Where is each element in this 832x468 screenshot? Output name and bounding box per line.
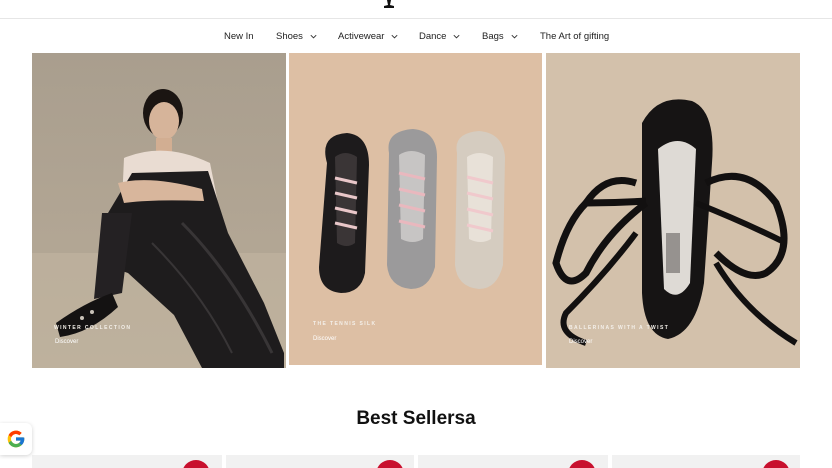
ballerina-photo bbox=[546, 53, 800, 368]
nav-item-label: Dance bbox=[419, 30, 447, 42]
tile-caption: WINTER COLLECTION bbox=[54, 325, 132, 331]
sale-badge bbox=[762, 460, 790, 468]
product-card[interactable] bbox=[32, 455, 222, 468]
chevron-down-icon bbox=[391, 34, 398, 38]
model-photo bbox=[32, 53, 286, 368]
promo-tile-winter-collection[interactable]: WINTER COLLECTION Discover bbox=[32, 53, 286, 368]
nav-item-label: The Art of gifting bbox=[540, 30, 610, 42]
sneakers-photo bbox=[289, 53, 542, 365]
chevron-down-icon bbox=[310, 34, 317, 38]
product-card[interactable] bbox=[226, 455, 414, 468]
product-card[interactable] bbox=[612, 455, 800, 468]
nav-item-label: Bags bbox=[482, 30, 504, 42]
sale-badge bbox=[182, 460, 210, 468]
chevron-down-icon bbox=[511, 34, 518, 38]
nav-item-art-of-gifting[interactable]: The Art of gifting bbox=[540, 27, 609, 45]
google-icon bbox=[7, 430, 25, 448]
sale-badge bbox=[568, 460, 596, 468]
sale-badge bbox=[376, 460, 404, 468]
tile-caption: THE TENNIS SILK bbox=[313, 321, 377, 327]
discover-link[interactable]: Discover bbox=[569, 339, 592, 345]
nav-item-label: Activewear bbox=[338, 30, 385, 42]
best-sellers-title: Best Sellersa bbox=[356, 408, 476, 429]
nav-item-new-in[interactable]: New In bbox=[224, 27, 254, 45]
nav-item-label: New In bbox=[224, 30, 254, 42]
google-reviews-badge[interactable] bbox=[0, 423, 32, 455]
promo-tile-ballerinas[interactable]: BALLERINAS WITH A TWIST Discover bbox=[546, 53, 800, 368]
site-header bbox=[0, 0, 832, 19]
nav-item-dance[interactable]: Dance bbox=[419, 27, 461, 45]
chevron-down-icon bbox=[453, 34, 460, 38]
nav-item-bags[interactable]: Bags bbox=[482, 27, 519, 45]
nav-item-activewear[interactable]: Activewear bbox=[338, 27, 399, 45]
nav-item-label: Shoes bbox=[276, 30, 303, 42]
discover-link[interactable]: Discover bbox=[55, 339, 78, 345]
promo-tile-tennis-silk[interactable]: THE TENNIS SILK Discover bbox=[289, 53, 542, 365]
discover-link[interactable]: Discover bbox=[313, 336, 336, 342]
product-card[interactable] bbox=[418, 455, 608, 468]
main-nav: New In Shoes Activewear Dance Bags The A… bbox=[0, 27, 832, 45]
brand-logo[interactable] bbox=[382, 0, 396, 8]
tile-caption: BALLERINAS WITH A TWIST bbox=[569, 325, 670, 331]
nav-item-shoes[interactable]: Shoes bbox=[276, 27, 318, 45]
